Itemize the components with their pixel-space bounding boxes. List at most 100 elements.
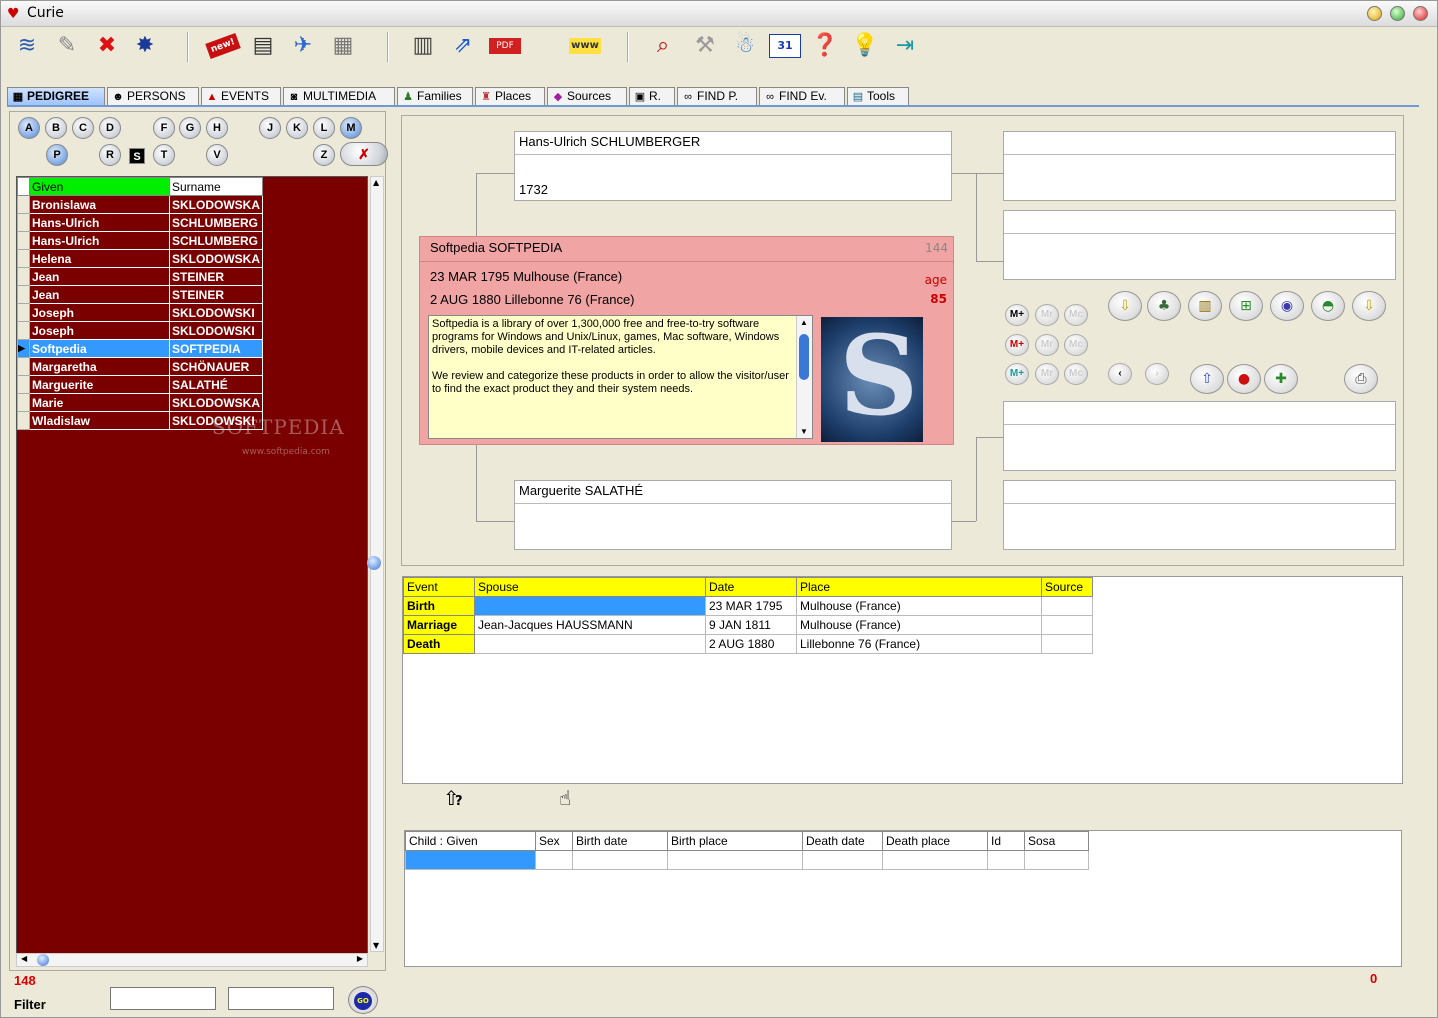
letter-h-button[interactable]: H: [206, 117, 228, 139]
column-header-id[interactable]: Id: [987, 831, 1025, 851]
table-row[interactable]: Death 2 AUG 1880 Lillebonne 76 (France): [403, 634, 1093, 654]
previous-icon[interactable]: ‹: [1108, 363, 1132, 385]
place-cell[interactable]: Mulhouse (France): [796, 596, 1042, 616]
memory-add-button[interactable]: M+: [1005, 304, 1029, 326]
letter-r-button[interactable]: R: [99, 144, 121, 166]
column-header-sosa[interactable]: Sosa: [1024, 831, 1089, 851]
notes-scrollbar[interactable]: ▲ ▼: [796, 316, 812, 438]
table-row[interactable]: Hans-Ulrich SCHLUMBERG: [17, 213, 263, 232]
compass-icon[interactable]: ✸: [129, 30, 161, 62]
tab-places[interactable]: ♜ Places: [475, 87, 545, 105]
surname-cell[interactable]: SOFTPEDIA: [169, 339, 263, 358]
column-header-place[interactable]: Place: [796, 577, 1042, 597]
gedcom-import-icon[interactable]: ▤: [247, 30, 279, 62]
filter-surname-input[interactable]: [228, 987, 334, 1010]
edit-icon[interactable]: ✎: [51, 30, 83, 62]
paternal-grandfather-box[interactable]: [1003, 131, 1396, 201]
letter-j-button[interactable]: J: [259, 117, 281, 139]
spouse-cell[interactable]: [474, 596, 706, 616]
tab-pedigree[interactable]: ▦ PEDIGREE: [7, 87, 105, 105]
column-header-spouse[interactable]: Spouse: [474, 577, 706, 597]
given-cell[interactable]: Joseph: [29, 303, 170, 322]
gedcom-export-icon[interactable]: ▥: [407, 30, 439, 62]
letter-t-button[interactable]: T: [153, 144, 175, 166]
mother-box[interactable]: Marguerite SALATHÉ: [514, 480, 952, 550]
letter-g-button[interactable]: G: [179, 117, 201, 139]
descendants-icon[interactable]: ⊞: [1229, 291, 1263, 321]
given-cell[interactable]: Hans-Ulrich: [29, 231, 170, 250]
spouse-cell[interactable]: [474, 634, 706, 654]
tab-tools[interactable]: ▤ Tools: [847, 87, 909, 105]
surname-cell[interactable]: STEINER: [169, 267, 263, 286]
delete-icon[interactable]: ✖: [91, 30, 123, 62]
given-cell[interactable]: Joseph: [29, 321, 170, 340]
arrow-up-icon[interactable]: ⇧: [1190, 364, 1224, 394]
table-cell[interactable]: [405, 850, 536, 870]
arrow-down-icon[interactable]: ⇩: [1108, 291, 1142, 321]
table-cell[interactable]: [535, 850, 573, 870]
search-icon[interactable]: ⌕: [647, 30, 679, 62]
table-row[interactable]: Joseph SKLODOWSKI: [17, 321, 263, 340]
memory-clear-button[interactable]: Mc: [1064, 363, 1088, 385]
relatives-icon[interactable]: ☃: [729, 30, 761, 62]
document-icon[interactable]: ▦: [327, 30, 359, 62]
panel-splitter-handle[interactable]: [367, 556, 381, 570]
next-icon[interactable]: ›: [1145, 363, 1169, 385]
letter-z-button[interactable]: Z: [313, 144, 335, 166]
memory-recall-button[interactable]: Mr: [1035, 363, 1059, 385]
new-icon[interactable]: new!: [205, 33, 241, 59]
event-cell[interactable]: Death: [403, 634, 475, 654]
surname-cell[interactable]: SKLODOWSKA: [169, 195, 263, 214]
table-row[interactable]: Bronislawa SKLODOWSKA: [17, 195, 263, 214]
surname-cell[interactable]: SCHÖNAUER: [169, 357, 263, 376]
scroll-down-icon[interactable]: ▼: [800, 425, 808, 438]
add-person-icon[interactable]: ✚: [1264, 364, 1298, 394]
table-row[interactable]: Marguerite SALATHÉ: [17, 375, 263, 394]
given-cell[interactable]: Helena: [29, 249, 170, 268]
fan-chart-icon[interactable]: ◓: [1311, 291, 1345, 321]
letter-m-button[interactable]: M: [340, 117, 362, 139]
memory-add-button[interactable]: M+: [1005, 363, 1029, 385]
given-cell[interactable]: Jean: [29, 285, 170, 304]
table-row[interactable]: Margaretha SCHÖNAUER: [17, 357, 263, 376]
event-cell[interactable]: Birth: [403, 596, 475, 616]
calendar-icon[interactable]: 31: [769, 34, 801, 58]
export-red-icon[interactable]: ⇗: [447, 30, 479, 62]
column-header-death-date[interactable]: Death date: [802, 831, 883, 851]
tab-find-events[interactable]: ∞ FIND Ev.: [759, 87, 845, 105]
maternal-grandfather-box[interactable]: [1003, 401, 1396, 471]
letter-a-button[interactable]: A: [18, 117, 40, 139]
surname-cell[interactable]: SKLODOWSKI: [169, 321, 263, 340]
table-cell[interactable]: [882, 850, 988, 870]
date-cell[interactable]: 2 AUG 1880: [705, 634, 797, 654]
scroll-right-icon[interactable]: ▶: [357, 954, 363, 963]
filter-given-input[interactable]: [110, 987, 216, 1010]
table-row[interactable]: Marriage Jean-Jacques HAUSSMANN 9 JAN 1811…: [403, 615, 1093, 635]
given-cell[interactable]: Marguerite: [29, 375, 170, 394]
tab-repositories[interactable]: ▣ R.: [629, 87, 675, 105]
letter-k-button[interactable]: K: [286, 117, 308, 139]
column-header-surname[interactable]: Surname: [169, 177, 263, 196]
letter-p-button[interactable]: P: [46, 144, 68, 166]
letter-l-button[interactable]: L: [313, 117, 335, 139]
column-header-death-place[interactable]: Death place: [882, 831, 988, 851]
close-button[interactable]: [1413, 6, 1428, 21]
given-cell[interactable]: Softpedia: [29, 339, 170, 358]
given-cell[interactable]: Margaretha: [29, 357, 170, 376]
table-row[interactable]: Jean STEINER: [17, 267, 263, 286]
letter-s-button[interactable]: S: [129, 148, 145, 164]
surname-cell[interactable]: STEINER: [169, 285, 263, 304]
surname-cell[interactable]: SKLODOWSKA: [169, 249, 263, 268]
table-row[interactable]: Hans-Ulrich SCHLUMBERG: [17, 231, 263, 250]
letter-v-button[interactable]: V: [206, 144, 228, 166]
merge-icon[interactable]: ⚒: [689, 30, 721, 62]
memory-clear-button[interactable]: Mc: [1064, 334, 1088, 356]
place-cell[interactable]: Lillebonne 76 (France): [796, 634, 1042, 654]
table-row[interactable]: Jean STEINER: [17, 285, 263, 304]
given-cell[interactable]: Bronislawa: [29, 195, 170, 214]
surname-cell[interactable]: SCHLUMBERG: [169, 213, 263, 232]
spouse-cell[interactable]: Jean-Jacques HAUSSMANN: [474, 615, 706, 635]
table-cell[interactable]: [667, 850, 803, 870]
memory-clear-button[interactable]: Mc: [1064, 304, 1088, 326]
scroll-up-icon[interactable]: ▲: [373, 178, 379, 187]
